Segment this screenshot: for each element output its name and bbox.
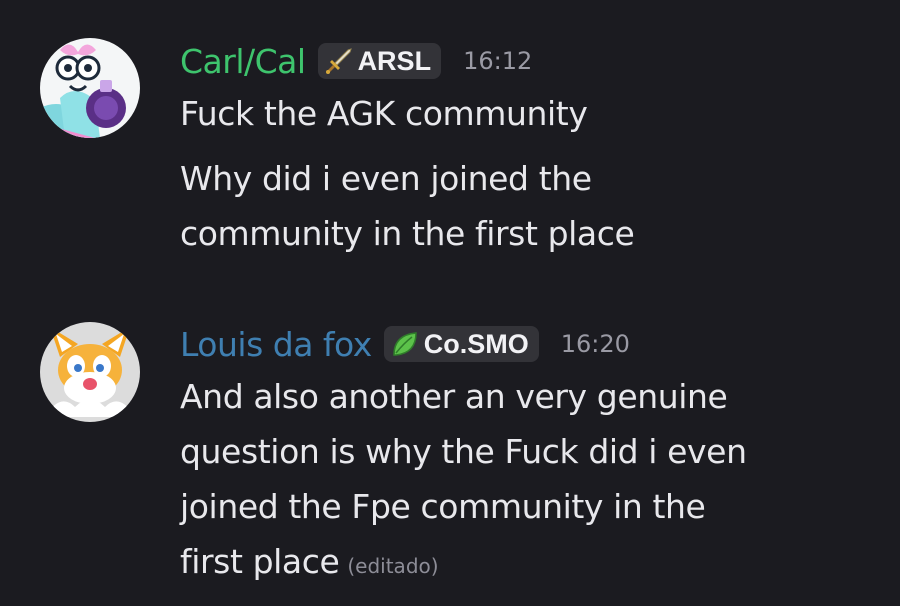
message-line: community in the first place bbox=[180, 214, 635, 253]
message-louis: Louis da fox Co.SMO 16:20 And also anoth… bbox=[0, 300, 900, 606]
message-line: And also another an very genuine bbox=[180, 377, 728, 416]
message-line: joined the Fpe community in the bbox=[180, 487, 706, 526]
username[interactable]: Carl/Cal bbox=[180, 42, 306, 81]
timestamp: 16:20 bbox=[560, 330, 630, 358]
avatar-image bbox=[40, 322, 140, 422]
message-header: Carl/Cal ARSL 16:12 bbox=[180, 39, 532, 83]
message-text: first place bbox=[180, 542, 340, 581]
leaf-icon bbox=[392, 332, 417, 356]
avatar-image bbox=[40, 38, 140, 138]
username[interactable]: Louis da fox bbox=[180, 325, 372, 364]
server-tag[interactable]: ARSL bbox=[317, 43, 442, 79]
avatar[interactable] bbox=[40, 322, 140, 422]
edited-label: (editado) bbox=[347, 554, 439, 578]
chat-log: Carl/Cal ARSL 16:12 Fuck the AGK communi… bbox=[0, 0, 900, 606]
message-line: question is why the Fuck did i even bbox=[180, 432, 747, 471]
message-header: Louis da fox Co.SMO 16:20 bbox=[180, 322, 630, 366]
tag-label: Co.SMO bbox=[423, 328, 529, 359]
message-line: Why did i even joined the bbox=[180, 159, 592, 198]
timestamp: 16:12 bbox=[463, 47, 533, 75]
tag-label: ARSL bbox=[357, 45, 432, 76]
message-line: first place (editado) bbox=[180, 542, 439, 581]
message-line: Fuck the AGK community bbox=[180, 94, 588, 133]
avatar[interactable] bbox=[40, 38, 140, 138]
message-carl: Carl/Cal ARSL 16:12 Fuck the AGK communi… bbox=[0, 0, 900, 290]
sword-icon bbox=[325, 48, 352, 74]
server-tag[interactable]: Co.SMO bbox=[383, 326, 539, 362]
